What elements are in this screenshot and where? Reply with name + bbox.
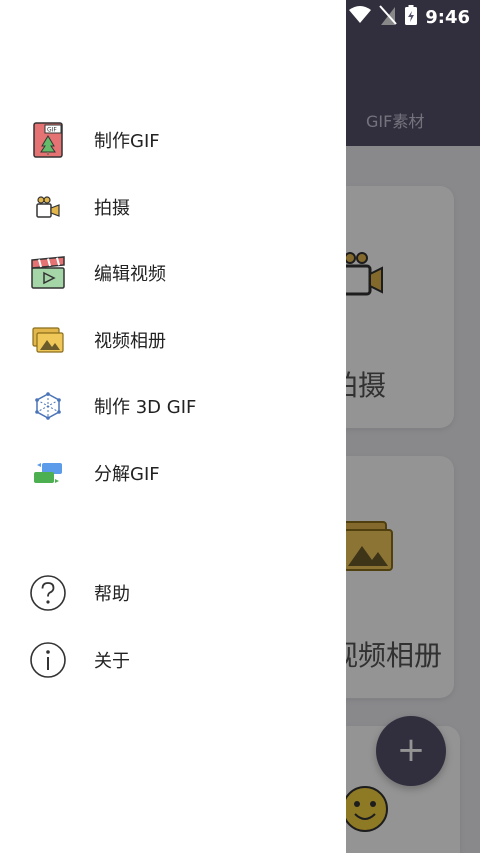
info-icon (28, 640, 68, 680)
drawer-item-label: 视频相册 (94, 331, 166, 352)
drawer-item-camera[interactable]: 拍摄 (0, 179, 346, 235)
help-icon (28, 573, 68, 613)
camera-icon (28, 187, 68, 227)
drawer-item-label: 帮助 (94, 584, 130, 605)
wifi-icon (349, 6, 372, 28)
battery-charging-icon (405, 5, 418, 29)
drawer-item-label: 编辑视频 (94, 264, 166, 285)
cube-icon (28, 386, 68, 426)
drawer-item-video-album[interactable]: 视频相册 (0, 312, 346, 368)
drawer-item-help[interactable]: 帮助 (0, 565, 346, 621)
drawer-item-label: 制作GIF (94, 131, 160, 152)
drawer-item-edit-video[interactable]: 编辑视频 (0, 245, 346, 301)
no-signal-icon (379, 5, 397, 29)
drawer-item-about[interactable]: 关于 (0, 632, 346, 688)
drawer-item-label: 关于 (94, 651, 130, 672)
gif-file-icon: GIF (28, 120, 68, 160)
navigation-drawer: GIF 制作GIF 拍摄 编辑视频 视频相册 制作 3D GIF 分解GIF 帮… (0, 0, 346, 853)
drawer-item-label: 分解GIF (94, 464, 160, 485)
status-time: 9:46 (425, 6, 470, 28)
svg-text:GIF: GIF (47, 127, 57, 134)
photo-album-icon (28, 320, 68, 360)
drawer-item-label: 拍摄 (94, 198, 130, 219)
drawer-item-label: 制作 3D GIF (94, 397, 197, 418)
split-icon (28, 453, 68, 493)
clapperboard-icon (28, 253, 68, 293)
drawer-item-split-gif[interactable]: 分解GIF (0, 445, 346, 501)
drawer-item-make-gif[interactable]: GIF 制作GIF (0, 112, 346, 168)
drawer-item-make-3d-gif[interactable]: 制作 3D GIF (0, 378, 346, 434)
